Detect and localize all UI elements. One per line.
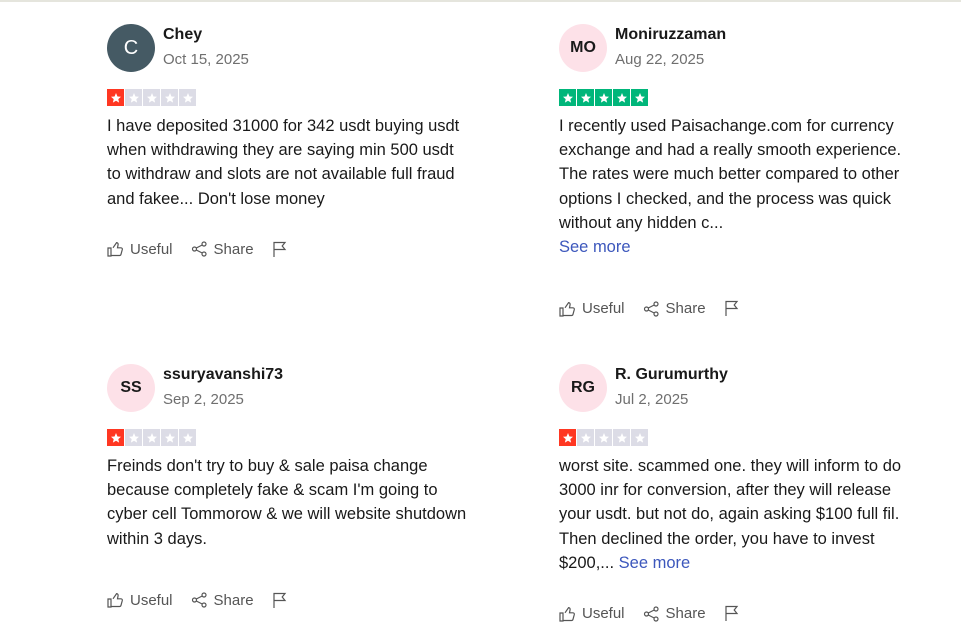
review-date: Oct 15, 2025 — [163, 51, 249, 68]
review-text-body: worst site. scammed one. they will infor… — [559, 457, 902, 572]
review-text: I have deposited 31000 for 342 usdt buyi… — [107, 117, 460, 208]
review-header: RG R. Gurumurthy Jul 2, 2025 — [559, 364, 929, 412]
reviewer-name[interactable]: Moniruzzaman — [615, 25, 726, 45]
avatar[interactable]: C — [107, 24, 155, 72]
flag-icon — [724, 301, 738, 317]
review-date: Sep 2, 2025 — [163, 391, 244, 408]
star-icon — [161, 89, 178, 106]
star-icon — [143, 429, 160, 446]
review-header: MO Moniruzzaman Aug 22, 2025 — [559, 24, 929, 72]
share-button[interactable]: Share — [191, 241, 254, 258]
star-rating — [559, 429, 929, 447]
reviewer-name[interactable]: Chey — [163, 25, 249, 45]
share-button[interactable]: Share — [191, 592, 254, 609]
top-divider — [0, 0, 961, 2]
report-button[interactable] — [272, 592, 294, 609]
star-icon — [595, 89, 612, 106]
review-header: C Chey Oct 15, 2025 — [107, 24, 477, 72]
share-button[interactable]: Share — [643, 300, 706, 317]
star-icon — [143, 89, 160, 106]
share-icon — [191, 592, 207, 608]
star-icon — [179, 429, 196, 446]
useful-button[interactable]: Useful — [559, 605, 625, 622]
star-icon — [631, 429, 648, 446]
star-rating — [107, 429, 477, 447]
avatar[interactable]: RG — [559, 364, 607, 412]
review-card: SS ssuryavanshi73 Sep 2, 2025 Freinds do… — [107, 364, 477, 609]
review-card: C Chey Oct 15, 2025 I have deposited 310… — [107, 24, 477, 258]
flag-icon — [272, 592, 286, 608]
review-date: Aug 22, 2025 — [615, 51, 705, 68]
share-label: Share — [665, 300, 706, 318]
share-label: Share — [213, 591, 254, 609]
share-icon — [643, 301, 659, 317]
star-icon — [107, 89, 124, 106]
share-label: Share — [665, 605, 706, 623]
avatar[interactable]: SS — [107, 364, 155, 412]
share-icon — [643, 605, 659, 622]
thumbs-up-icon — [107, 593, 123, 608]
star-icon — [107, 429, 124, 446]
useful-label: Useful — [582, 300, 625, 318]
see-more-link[interactable]: See more — [559, 235, 929, 259]
star-icon — [559, 89, 576, 106]
star-icon — [613, 89, 630, 106]
useful-label: Useful — [130, 591, 173, 609]
star-icon — [179, 89, 196, 106]
useful-label: Useful — [130, 240, 173, 258]
useful-button[interactable]: Useful — [559, 300, 625, 317]
review-text: I recently used Paisachange.com for curr… — [559, 117, 902, 232]
star-icon — [125, 429, 142, 446]
see-more-link[interactable]: See more — [619, 554, 691, 572]
share-button[interactable]: Share — [643, 605, 706, 622]
share-label: Share — [213, 240, 254, 258]
star-icon — [577, 429, 594, 446]
star-rating — [107, 89, 477, 107]
report-button[interactable] — [272, 241, 294, 258]
star-icon — [125, 89, 142, 106]
flag-icon — [272, 241, 286, 257]
review-card: RG R. Gurumurthy Jul 2, 2025 worst site.… — [559, 364, 929, 622]
star-icon — [559, 429, 576, 446]
useful-button[interactable]: Useful — [107, 241, 173, 258]
review-header: SS ssuryavanshi73 Sep 2, 2025 — [107, 364, 477, 412]
star-icon — [161, 429, 178, 446]
report-button[interactable] — [724, 605, 746, 622]
review-actions: Useful Share — [559, 300, 929, 317]
thumbs-up-icon — [559, 606, 575, 622]
reviewer-name[interactable]: ssuryavanshi73 — [163, 365, 283, 385]
review-text: Freinds don't try to buy & sale paisa ch… — [107, 457, 467, 548]
review-actions: Useful Share — [107, 592, 477, 609]
review-actions: Useful Share — [559, 605, 929, 622]
review-date: Jul 2, 2025 — [615, 391, 689, 408]
avatar[interactable]: MO — [559, 24, 607, 72]
review-actions: Useful Share — [107, 241, 477, 258]
star-icon — [595, 429, 612, 446]
star-icon — [613, 429, 630, 446]
flag-icon — [724, 605, 738, 622]
reviewer-name[interactable]: R. Gurumurthy — [615, 365, 728, 385]
review-card: MO Moniruzzaman Aug 22, 2025 I recently … — [559, 24, 929, 317]
useful-label: Useful — [582, 605, 625, 623]
star-rating — [559, 89, 929, 107]
review-text: worst site. scammed one. they will infor… — [559, 454, 924, 575]
thumbs-up-icon — [559, 301, 575, 317]
share-icon — [191, 241, 207, 257]
star-icon — [577, 89, 594, 106]
star-icon — [631, 89, 648, 106]
thumbs-up-icon — [107, 242, 123, 257]
report-button[interactable] — [724, 300, 746, 317]
useful-button[interactable]: Useful — [107, 592, 173, 609]
